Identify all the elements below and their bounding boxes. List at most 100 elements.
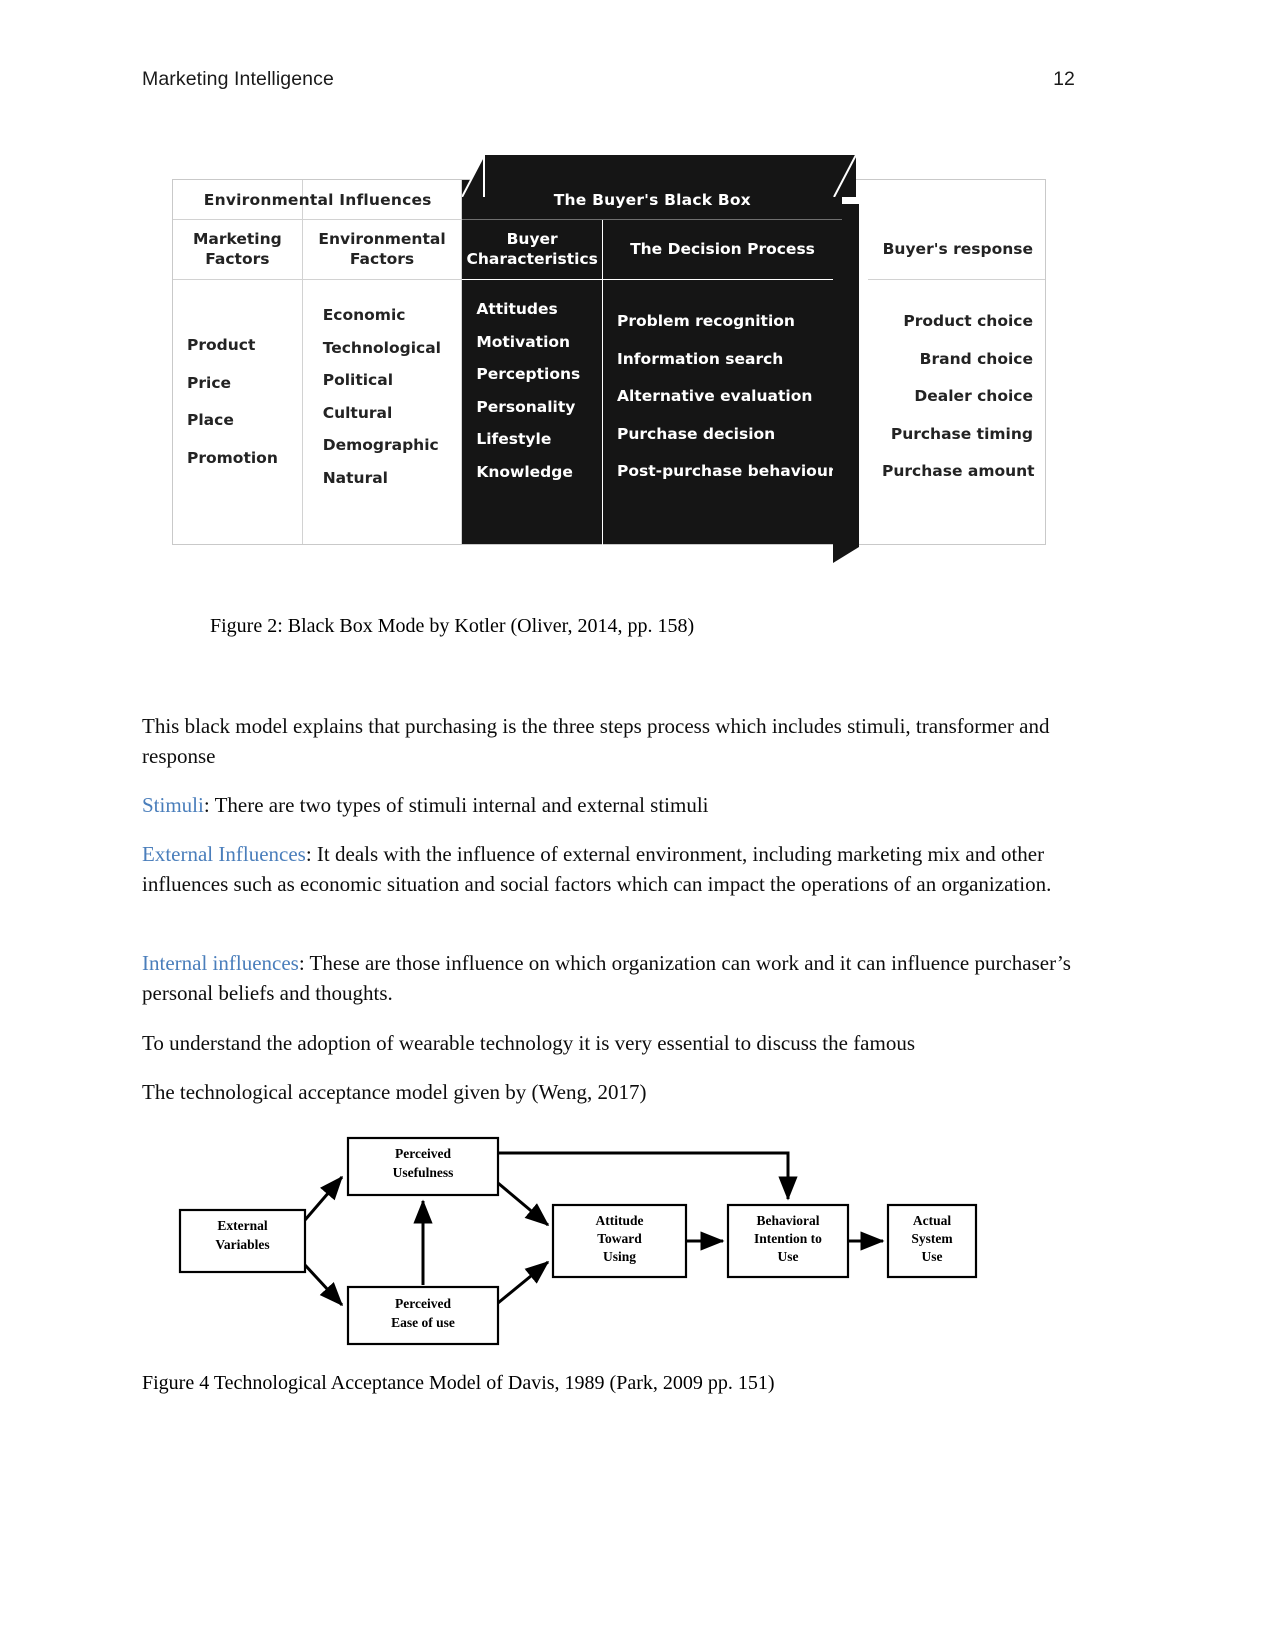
node-label-line3: Using xyxy=(603,1249,636,1264)
node-perceived-usefulness: Perceived Usefulness xyxy=(346,1136,500,1197)
column-environmental-factors: Environmental Influences Environmental F… xyxy=(172,180,463,544)
arrow-external-to-ease xyxy=(303,1263,344,1307)
node-label-line2: Ease of use xyxy=(391,1315,455,1330)
paragraph-text: The technological acceptance model given… xyxy=(142,1080,647,1104)
cell: Purchase timing xyxy=(890,424,1033,443)
cell: Product choice xyxy=(903,312,1033,330)
subheader-buyer-characteristics: Buyer Characteristics xyxy=(462,220,602,280)
figure-2-caption: Figure 2: Black Box Mode by Kotler (Oliv… xyxy=(210,615,695,637)
arrow-ease-to-attitude xyxy=(497,1260,550,1305)
paragraph-6: The technological acceptance model given… xyxy=(142,1078,1072,1108)
cell: Information search xyxy=(617,349,784,368)
paragraph-5: To understand the adoption of wearable t… xyxy=(142,1029,1072,1059)
arrow-usefulness-to-attitude xyxy=(497,1181,550,1227)
paragraph-text: Internal influences: These are those inf… xyxy=(142,949,1072,1008)
header-spacer-br xyxy=(868,180,1045,220)
cell: Cultural xyxy=(322,403,393,422)
subheader-decision-process: The Decision Process xyxy=(602,220,842,280)
lead-in-external-influences: External Influences xyxy=(142,842,306,866)
subheader-marketing-factors: Marketing Factors xyxy=(173,220,302,280)
cell: Purchase amount xyxy=(882,462,1035,480)
document-page: Marketing Intelligence 12 Marketing Fact… xyxy=(0,0,1275,1650)
column-decision-process: The Decision Process Problem recognition… xyxy=(602,180,842,546)
label: Factors xyxy=(205,249,270,268)
cell: Promotion xyxy=(187,448,278,467)
node-label-line2: Variables xyxy=(215,1237,269,1252)
cell: Lifestyle xyxy=(476,430,552,448)
cell: Personality xyxy=(476,397,576,416)
cell: Price xyxy=(187,373,232,392)
node-label-line1: Actual xyxy=(913,1213,951,1228)
cells-buyers-response: Product choice Brand choice Dealer choic… xyxy=(868,280,1045,512)
node-label-line2: System xyxy=(911,1231,953,1246)
cell: Technological xyxy=(322,338,441,357)
paragraph-text: This black model explains that purchasin… xyxy=(142,714,1050,768)
cell: Purchase decision xyxy=(617,424,776,443)
figure-2-black-box-model: Marketing Factors Product Price Place Pr… xyxy=(172,155,1046,563)
cell: Dealer choice xyxy=(914,387,1033,405)
cell: Alternative evaluation xyxy=(617,387,813,405)
lead-in-stimuli: Stimuli xyxy=(142,793,204,817)
lead-in-internal-influences: Internal influences xyxy=(142,951,299,975)
cells-environmental-factors: Economic Technological Political Cultura… xyxy=(303,280,462,513)
node-actual-system-use: Actual System Use xyxy=(886,1203,978,1279)
cells-marketing-factors: Product Price Place Promotion xyxy=(173,280,302,498)
cells-buyer-characteristics: Attitudes Motivation Perceptions Persona… xyxy=(462,280,602,507)
cell: Problem recognition xyxy=(617,312,795,330)
arrow-usefulness-to-behavioral xyxy=(498,1151,798,1201)
cell: Motivation xyxy=(476,332,571,351)
node-attitude-toward-using: Attitude Toward Using xyxy=(551,1203,688,1279)
label: The Decision Process xyxy=(630,239,815,258)
cell: Economic xyxy=(322,306,406,324)
paragraph-text: External Influences: It deals with the i… xyxy=(142,840,1072,899)
column-buyers-response: Buyer's response Product choice Brand ch… xyxy=(868,180,1045,544)
cell: Attitudes xyxy=(476,300,558,318)
node-label-line2: Usefulness xyxy=(393,1165,454,1180)
paragraph-internal-influences: Internal influences: These are those inf… xyxy=(142,949,1072,1008)
figure-4-tam-diagram: External Variables Perceived Usefulness … xyxy=(170,1125,980,1350)
paragraph-rest: : There are two types of stimuli interna… xyxy=(203,793,709,817)
node-label-line1: Attitude xyxy=(596,1213,644,1228)
subheader-environmental-factors: Environmental Factors xyxy=(302,220,462,280)
cell: Product xyxy=(187,336,256,354)
header-environmental-influences: Environmental Influences xyxy=(172,180,463,220)
header-buyers-response: Buyer's response xyxy=(868,220,1045,280)
label: Buyer xyxy=(506,229,558,248)
label: Characteristics xyxy=(466,249,598,268)
node-label-line1: Perceived xyxy=(395,1296,451,1311)
column-marketing-factors: Marketing Factors Product Price Place Pr… xyxy=(173,180,303,544)
node-behavioral-intention-to-use: Behavioral Intention to Use xyxy=(726,1203,850,1279)
node-label-line2: Toward xyxy=(597,1231,642,1246)
node-label-line1: External xyxy=(217,1218,267,1233)
cell: Natural xyxy=(322,468,388,487)
node-label-line1: Behavioral xyxy=(757,1213,820,1228)
running-title: Marketing Intelligence xyxy=(142,68,334,90)
cells-decision-process: Problem recognition Information search A… xyxy=(602,280,842,546)
node-label-line2: Intention to xyxy=(754,1231,822,1246)
cell: Place xyxy=(187,411,234,429)
column-buyer-characteristics: The Buyer's Black Box Buyer Characterist… xyxy=(462,180,843,544)
node-perceived-ease-of-use: Perceived Ease of use xyxy=(346,1285,500,1346)
cell: Political xyxy=(322,371,394,389)
label: Factors xyxy=(349,249,415,268)
black-box-3d-side xyxy=(833,204,859,563)
node-label-line3: Use xyxy=(922,1249,943,1264)
black-box-model-table: Marketing Factors Product Price Place Pr… xyxy=(172,179,1046,563)
page-number: 12 xyxy=(1053,68,1075,90)
figure-4-caption: Figure 4 Technological Acceptance Model … xyxy=(142,1372,775,1394)
paragraph-text: To understand the adoption of wearable t… xyxy=(142,1031,916,1055)
node-external-variables: External Variables xyxy=(178,1208,307,1274)
paragraph-stimuli: Stimuli: There are two types of stimuli … xyxy=(142,791,1072,821)
paragraph-text: Stimuli: There are two types of stimuli … xyxy=(142,791,1072,821)
cell: Knowledge xyxy=(476,462,573,481)
label: Environmental xyxy=(318,229,446,248)
node-label-line1: Perceived xyxy=(395,1146,451,1161)
header-buyers-black-box: The Buyer's Black Box xyxy=(462,180,843,220)
node-label-line3: Use xyxy=(778,1249,799,1264)
cell: Brand choice xyxy=(919,349,1033,368)
cell: Demographic xyxy=(322,436,439,454)
label: Buyer's response xyxy=(882,239,1033,258)
paragraph-external-influences: External Influences: It deals with the i… xyxy=(142,840,1072,899)
running-header: Marketing Intelligence 12 xyxy=(142,68,1075,91)
cell: Perceptions xyxy=(476,365,581,383)
